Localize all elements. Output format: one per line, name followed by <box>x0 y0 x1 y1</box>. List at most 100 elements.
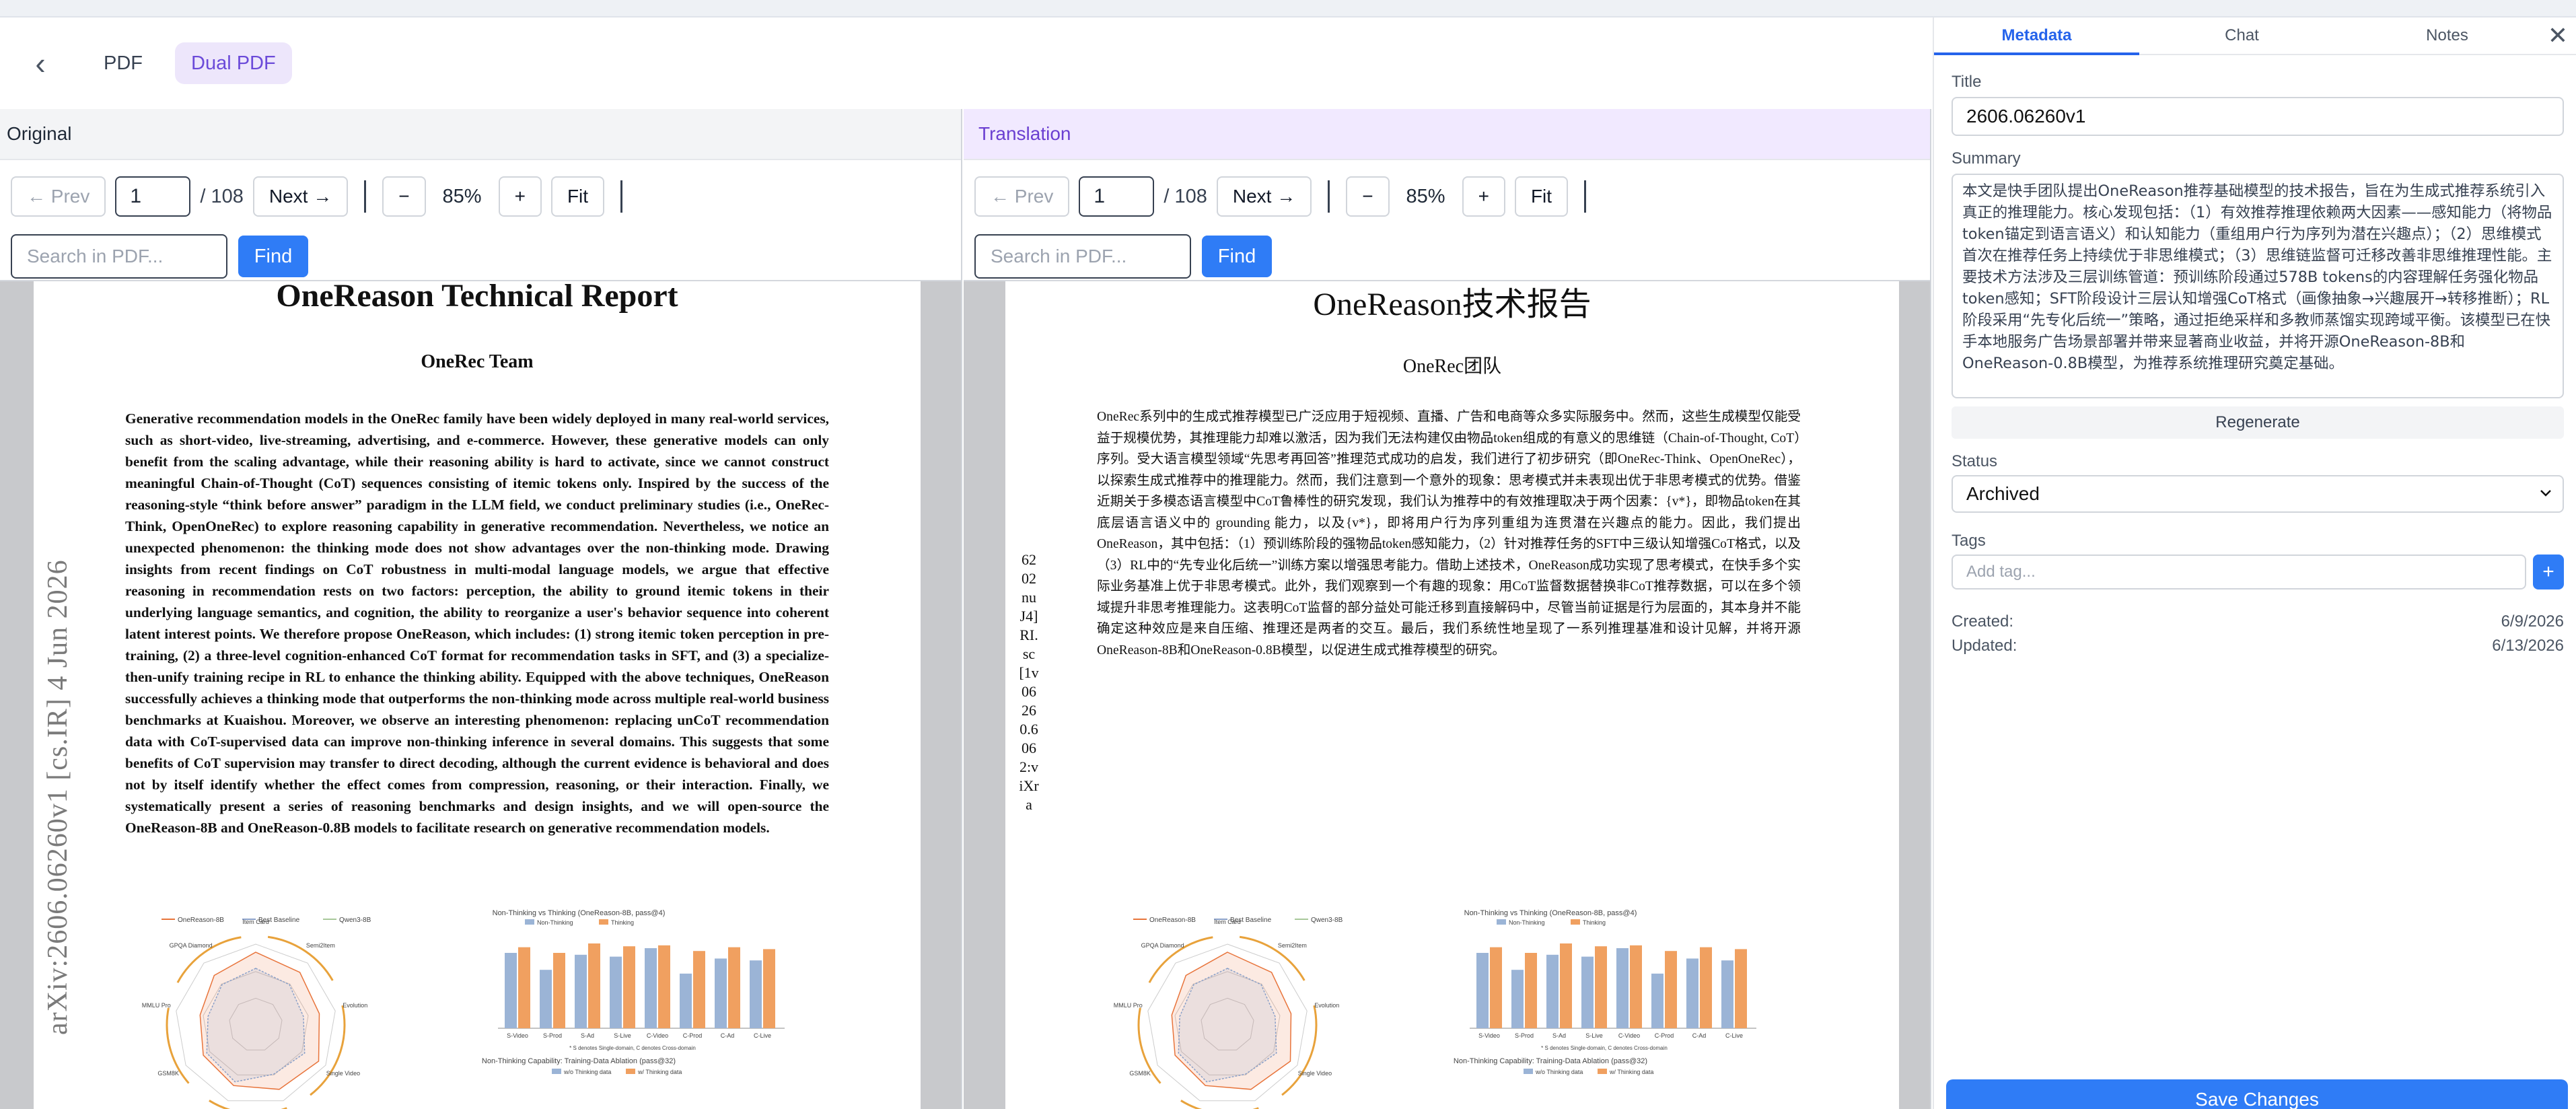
bar-thinking <box>1735 949 1747 1028</box>
figure-note: * S denotes Single-domain, C denotes Cro… <box>569 1045 696 1051</box>
legend-label: Thinking <box>1583 919 1606 926</box>
zoom-out-button[interactable]: − <box>1346 176 1390 217</box>
updated-label: Updated: <box>1952 637 2017 655</box>
tag-input[interactable]: Add tag... <box>1952 554 2526 589</box>
radar-axis-label: GPQA Diamond <box>170 942 213 949</box>
tab-notes[interactable]: Notes <box>2345 17 2550 54</box>
page-total: / 108 <box>1164 185 1207 207</box>
pdf-page-original: OneReason Technical Report OneRec Team G… <box>34 281 921 1109</box>
doc-abstract-translated: OneRec系列中的生成式推荐模型已广泛应用于短视频、直播、广告和电商等众多实际… <box>1097 410 1801 657</box>
arxiv-stamp: arXiv:2606.06260v1 [cs.IR] 4 Jun 2026 <box>42 559 73 1035</box>
add-tag-button[interactable]: + <box>2533 554 2564 589</box>
legend-label: Thinking <box>611 919 634 926</box>
regenerate-button[interactable]: Regenerate <box>1952 406 2564 439</box>
radar-axis-label: MMLU Pro <box>1114 1002 1143 1009</box>
x-tick-label: C-Ad <box>721 1032 735 1039</box>
figure-title: Non-Thinking Capability: Training-Data A… <box>1454 1057 1647 1065</box>
legend-swatch <box>1497 919 1506 925</box>
pane-header-original: Original <box>0 109 961 160</box>
save-changes-button[interactable]: Save Changes <box>1946 1079 2568 1109</box>
bar-thinking <box>1490 947 1502 1028</box>
next-page-button[interactable]: Next → <box>252 176 349 217</box>
original-pane: Original ← Prev 1 / 108 Next → − 85% + F… <box>0 109 962 1109</box>
page-number-input[interactable]: 1 <box>115 176 191 217</box>
pdf-page-translation: OneReason技术报告 OneRec团队 OneRec系列中的生成式推荐模型… <box>1005 281 1899 1109</box>
figure-title: Non-Thinking Capability: Training-Data A… <box>482 1057 676 1065</box>
summary-textarea[interactable]: 本文是快手团队提出OneReason推荐基础模型的技术报告，旨在为生成式推荐系统… <box>1952 174 2564 398</box>
bar-thinking <box>1595 946 1607 1028</box>
close-icon[interactable]: ✕ <box>2548 22 2568 50</box>
mode-tab-pdf[interactable]: PDF <box>87 42 159 84</box>
radar-axis-label: GSM8K <box>157 1070 179 1077</box>
legend-label: Qwen3-8B <box>339 917 371 924</box>
radar-axis-label: Single Video <box>326 1070 360 1077</box>
status-select[interactable]: Archived <box>1952 475 2564 513</box>
main-viewer: ‹ PDF Dual PDF Original ← Prev 1 / 108 N… <box>0 17 1931 1109</box>
legend-label: Non-Thinking <box>537 919 573 926</box>
pdf-search-input[interactable]: Search in PDF... <box>974 234 1191 279</box>
tab-metadata[interactable]: Metadata <box>1934 17 2139 55</box>
prev-page-button[interactable]: ← Prev <box>974 176 1070 217</box>
x-tick-label: C-Video <box>1618 1032 1640 1039</box>
back-button[interactable]: ‹ <box>20 43 61 83</box>
figure-title: Non-Thinking vs Thinking (OneReason-8B, … <box>1464 909 1637 917</box>
x-tick-label: C-Prod <box>683 1032 703 1039</box>
mode-tab-dual-pdf[interactable]: Dual PDF <box>175 42 292 84</box>
bar-non-thinking <box>750 960 762 1028</box>
top-strip <box>0 0 2576 17</box>
bar-thinking <box>518 947 530 1028</box>
bar-non-thinking <box>715 958 727 1028</box>
page-total: / 108 <box>200 185 244 207</box>
pane-header-translation: Translation <box>964 109 1930 160</box>
zoom-out-button[interactable]: − <box>382 176 426 217</box>
pdf-viewport-translation[interactable]: OneReason技术报告 OneRec团队 OneRec系列中的生成式推荐模型… <box>964 281 1930 1109</box>
legend-swatch <box>599 919 608 925</box>
page-number-input[interactable]: 1 <box>1079 176 1155 217</box>
doc-title-translated: OneReason技术报告 <box>1313 287 1591 322</box>
pdf-viewport-original[interactable]: OneReason Technical Report OneRec Team G… <box>0 281 961 1109</box>
radar-axis-label: Single Video <box>1298 1070 1332 1077</box>
zoom-in-button[interactable]: + <box>498 176 542 217</box>
bar-non-thinking <box>680 973 692 1028</box>
x-tick-label: S-Video <box>507 1032 528 1039</box>
x-tick-label: S-Live <box>1585 1032 1603 1039</box>
radar-axis-label: Semi2Item <box>1278 942 1307 949</box>
bar-non-thinking <box>1686 958 1698 1028</box>
separator <box>364 180 367 213</box>
prev-page-button[interactable]: ← Prev <box>11 176 106 217</box>
title-input[interactable]: 2606.06260v1 <box>1952 97 2564 136</box>
status-label: Status <box>1952 452 1998 470</box>
bar-non-thinking <box>1546 954 1559 1028</box>
legend-swatch <box>525 919 534 925</box>
zoom-level: 85% <box>1406 185 1445 207</box>
next-page-button[interactable]: Next → <box>1216 176 1312 217</box>
doc-abstract: Generative recommendation models in the … <box>125 410 829 836</box>
bar-thinking <box>1665 951 1677 1028</box>
bar-thinking <box>1525 953 1537 1028</box>
bar-non-thinking <box>1581 956 1594 1028</box>
updated-value: 6/13/2026 <box>2492 637 2564 655</box>
legend-swatch <box>1524 1069 1533 1074</box>
figure-note: * S denotes Single-domain, C denotes Cro… <box>1541 1045 1668 1051</box>
x-tick-label: S-Live <box>614 1032 631 1039</box>
fit-button[interactable]: Fit <box>550 176 605 217</box>
find-button[interactable]: Find <box>1202 236 1272 277</box>
legend-label: OneReason-8B <box>178 917 224 924</box>
legend-label: w/o Thinking data <box>563 1069 611 1075</box>
legend-label: w/o Thinking data <box>1535 1069 1583 1075</box>
translation-pane: Translation ← Prev 1 / 108 Next → − 85% … <box>964 109 1931 1109</box>
figure-translation: OneReason-8B Best Baseline Qwen3-8BItem Ca… <box>1114 909 1756 1109</box>
find-button[interactable]: Find <box>238 236 308 277</box>
zoom-in-button[interactable]: + <box>1462 176 1505 217</box>
bar-thinking <box>553 953 565 1028</box>
pdf-search-input[interactable]: Search in PDF... <box>11 234 227 279</box>
x-tick-label: S-Prod <box>1515 1032 1534 1039</box>
tags-label: Tags <box>1952 532 1986 550</box>
bar-thinking <box>1630 945 1642 1028</box>
x-tick-label: C-Prod <box>1655 1032 1674 1039</box>
legend-label: w/ Thinking data <box>1609 1069 1653 1075</box>
fit-button[interactable]: Fit <box>1514 176 1569 217</box>
bar-non-thinking <box>1651 973 1663 1028</box>
tab-chat[interactable]: Chat <box>2139 17 2345 54</box>
viewer-toolbar: ‹ PDF Dual PDF <box>0 17 1931 109</box>
